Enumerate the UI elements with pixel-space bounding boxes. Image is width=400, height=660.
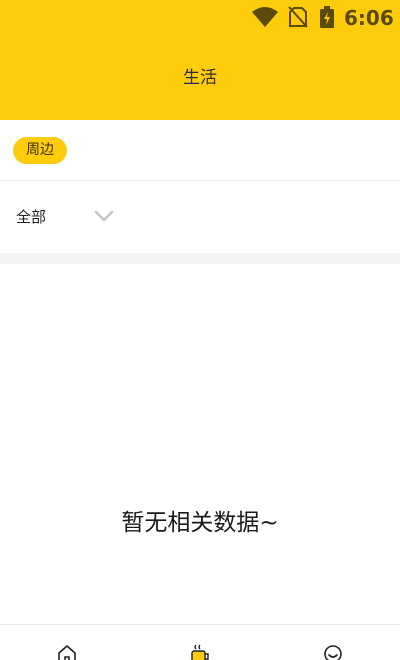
bottom-navigation <box>0 624 400 660</box>
tab-life[interactable] <box>133 625 266 660</box>
status-bar: 6:06 <box>0 0 400 36</box>
page-title: 生活 <box>183 68 217 88</box>
wifi-icon <box>252 7 278 27</box>
filter-dropdown-label[interactable]: 全部 <box>16 206 46 228</box>
category-chip-row: 周边 <box>0 120 400 181</box>
status-time: 6:06 <box>344 6 394 30</box>
header-bar: 6:06 生活 <box>0 0 400 120</box>
app-screen: 6:06 生活 周边 全部 暂无相关数据~ <box>0 0 400 660</box>
list-content: 暂无相关数据~ <box>0 264 400 624</box>
tab-mine[interactable] <box>266 625 399 660</box>
no-sim-icon <box>288 6 308 28</box>
cup-icon <box>191 644 209 660</box>
battery-charging-icon <box>320 6 334 28</box>
section-divider <box>0 253 400 264</box>
smile-icon <box>324 645 342 660</box>
filter-row[interactable]: 全部 <box>0 181 400 253</box>
tab-home[interactable] <box>0 625 133 660</box>
category-chip-nearby[interactable]: 周边 <box>13 137 67 164</box>
empty-state-message: 暂无相关数据~ <box>121 510 279 536</box>
chevron-down-icon[interactable] <box>94 209 114 223</box>
home-icon <box>58 645 76 660</box>
